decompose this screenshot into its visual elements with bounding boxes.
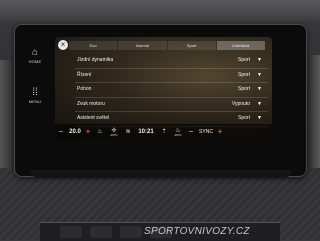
home-key-label: HOME: [28, 59, 42, 64]
fan-icon: ✢: [111, 127, 117, 134]
dropdown-arrow-icon: ▼: [257, 71, 262, 78]
fan-auto-button[interactable]: ✢ AUTO: [107, 127, 121, 137]
setting-row-engine-sound[interactable]: Zvuk motoru Vypnuto ▼: [75, 98, 268, 112]
setting-label: Jízdní dynamika: [77, 57, 114, 63]
temp-decrease-button[interactable]: −: [55, 127, 67, 136]
rear-defrost-button[interactable]: ≋: [121, 128, 135, 135]
console-button[interactable]: [90, 226, 112, 238]
tab-eco[interactable]: Eco: [69, 41, 118, 50]
tab-individual[interactable]: Individual: [216, 41, 265, 50]
setting-row-dynamics[interactable]: Jízdní dynamika Sport ▼: [75, 54, 268, 69]
touch-display: × Eco Normal Sport Individual Jízdní dyn…: [55, 37, 272, 139]
home-key[interactable]: ⌂ HOME: [22, 47, 48, 65]
seat-heating-right-button[interactable]: ♨ AUTO: [171, 127, 185, 137]
console-button[interactable]: [120, 226, 142, 238]
airflow-button[interactable]: ⇡: [157, 128, 171, 135]
setting-label: Zvuk motoru: [77, 100, 105, 107]
home-icon: ⌂: [31, 47, 39, 58]
setting-label: Asistent světel: [77, 115, 110, 121]
setting-value: Sport: [238, 71, 250, 78]
dropdown-arrow-icon: ▼: [257, 86, 262, 92]
close-icon: ×: [60, 40, 66, 49]
seat-heat-auto-label: AUTO: [174, 133, 182, 137]
setting-value: Sport: [238, 57, 250, 63]
dropdown-arrow-icon: ▼: [257, 57, 262, 63]
console-button[interactable]: [60, 226, 82, 238]
temperature-readout: 20.0: [69, 128, 81, 135]
setting-value: Vypnuto: [231, 100, 250, 107]
defrost-icon: ≋: [125, 129, 131, 135]
seat-heat-right-icon: ♨: [175, 127, 181, 134]
fan-auto-label: AUTO: [110, 133, 118, 137]
clock: 10:21: [138, 128, 154, 135]
menu-key-label: MENU: [28, 99, 42, 104]
setting-row-steering[interactable]: Řízení Sport ▼: [75, 69, 268, 83]
tab-sport[interactable]: Sport: [167, 41, 216, 50]
left-air-vent: [0, 60, 14, 180]
setting-row-drive[interactable]: Pohon Sport ▼: [75, 83, 268, 98]
right-air-vent: [308, 55, 320, 175]
airflow-icon: ⇡: [161, 129, 167, 135]
setting-value: Sport: [238, 86, 250, 92]
seat-heating-button[interactable]: ♨: [93, 128, 107, 135]
close-button[interactable]: ×: [58, 40, 68, 50]
menu-key[interactable]: ⁞⁞ MENU: [22, 87, 48, 105]
setting-value: Sport: [238, 115, 250, 121]
drive-mode-tabs: Eco Normal Sport Individual: [69, 41, 266, 50]
settings-list: Jízdní dynamika Sport ▼ Řízení Sport ▼ P…: [75, 54, 268, 127]
temp-right-decrease-button[interactable]: −: [185, 127, 197, 136]
watermark: SPORTOVNIVOZY.CZ: [144, 226, 250, 237]
climate-bar: − 20.0 + ♨ ✢ AUTO ≋ 10:21 ⇡ ♨ AUTO − SYN…: [55, 124, 272, 139]
setting-label: Pohon: [77, 86, 92, 92]
dropdown-arrow-icon: ▼: [257, 115, 262, 121]
dropdown-arrow-icon: ▼: [257, 100, 262, 107]
temp-right-increase-button[interactable]: +: [215, 127, 225, 136]
sync-button[interactable]: SYNC: [197, 129, 215, 135]
tab-normal[interactable]: Normal: [118, 41, 167, 50]
apps-grid-icon: ⁞⁞: [32, 87, 38, 98]
setting-label: Řízení: [77, 71, 92, 78]
seat-heat-icon: ♨: [97, 129, 103, 135]
dashboard-top: [0, 0, 320, 22]
temp-increase-button[interactable]: +: [83, 127, 93, 136]
bezel-lower-strip: [30, 170, 292, 178]
